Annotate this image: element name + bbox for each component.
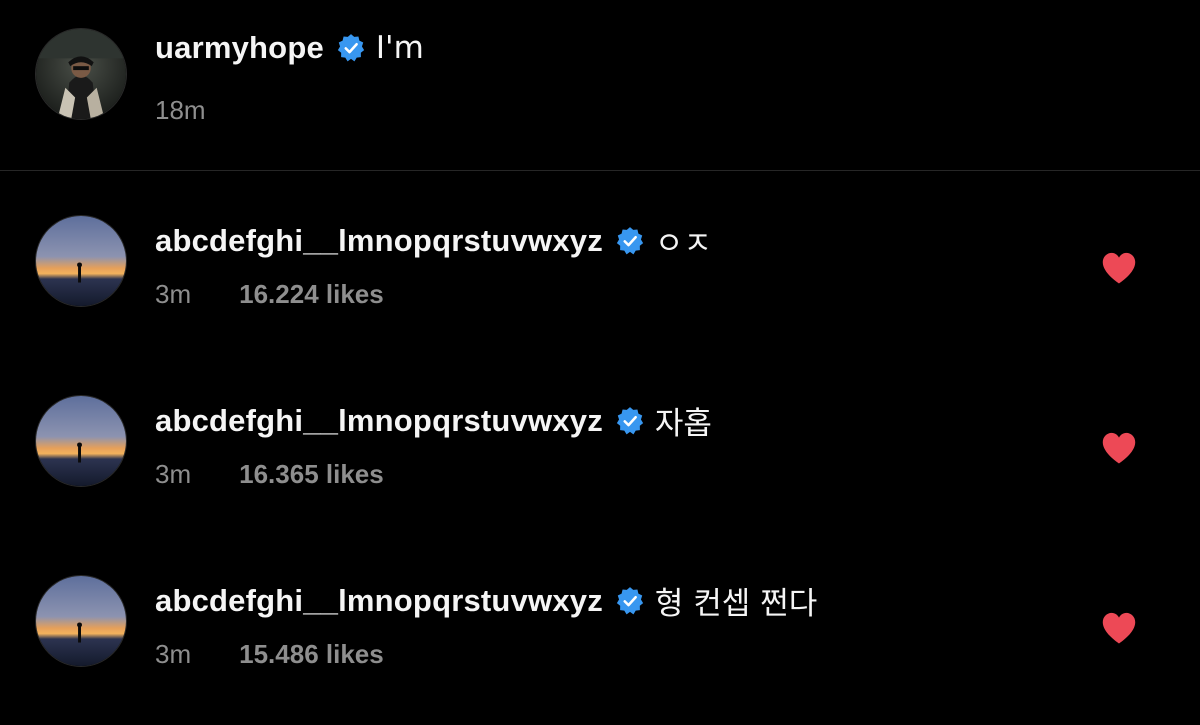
comment-line: abcdefghi__lmnopqrstuvwxyz 자홉 — [155, 398, 712, 443]
comment-meta: 3m 16.365 likes — [155, 459, 384, 490]
comment-author-avatar[interactable] — [35, 215, 127, 307]
comment-author-avatar[interactable] — [35, 575, 127, 667]
sunset-silhouette-photo — [36, 576, 126, 666]
comment-author-avatar[interactable] — [35, 395, 127, 487]
verified-badge-icon — [615, 586, 645, 616]
verified-badge-icon — [615, 226, 645, 256]
post-author-username[interactable]: uarmyhope — [155, 30, 324, 66]
verified-badge-icon — [336, 33, 366, 63]
comment-timestamp: 3m — [155, 279, 192, 309]
sunset-silhouette-photo — [36, 216, 126, 306]
comment-text: 자홉 — [654, 406, 712, 442]
comment-text: ㅇㅈ — [654, 226, 712, 262]
comment-timestamp: 3m — [155, 459, 192, 489]
comment-meta: 3m 16.224 likes — [155, 279, 384, 310]
heart-icon[interactable] — [1100, 611, 1138, 645]
comment-line: abcdefghi__lmnopqrstuvwxyz ㅇㅈ — [155, 218, 712, 263]
post-caption: I'm — [375, 30, 424, 66]
comment-username[interactable]: abcdefghi__lmnopqrstuvwxyz — [155, 583, 603, 619]
post-timestamp: 18m — [155, 95, 206, 125]
heart-icon[interactable] — [1100, 251, 1138, 285]
sunset-silhouette-photo — [36, 396, 126, 486]
comment-likes-count[interactable]: 16.224 likes — [239, 279, 384, 310]
heart-icon[interactable] — [1100, 431, 1138, 465]
comment-username[interactable]: abcdefghi__lmnopqrstuvwxyz — [155, 403, 603, 439]
verified-badge-icon — [615, 406, 645, 436]
comment-text: 형 컨셉 쩐다 — [654, 586, 818, 622]
divider — [0, 170, 1200, 171]
comment-likes-count[interactable]: 16.365 likes — [239, 459, 384, 490]
post-caption-line: uarmyhope I'm — [155, 30, 424, 66]
comment-meta: 3m 15.486 likes — [155, 639, 384, 670]
post-author-avatar[interactable] — [35, 28, 127, 120]
comment-line: abcdefghi__lmnopqrstuvwxyz 형 컨셉 쩐다 — [155, 578, 817, 623]
comment-timestamp: 3m — [155, 639, 192, 669]
comment-likes-count[interactable]: 15.486 likes — [239, 639, 384, 670]
profile-photo — [36, 29, 126, 119]
post-meta: 18m — [155, 95, 206, 126]
comment-username[interactable]: abcdefghi__lmnopqrstuvwxyz — [155, 223, 603, 259]
